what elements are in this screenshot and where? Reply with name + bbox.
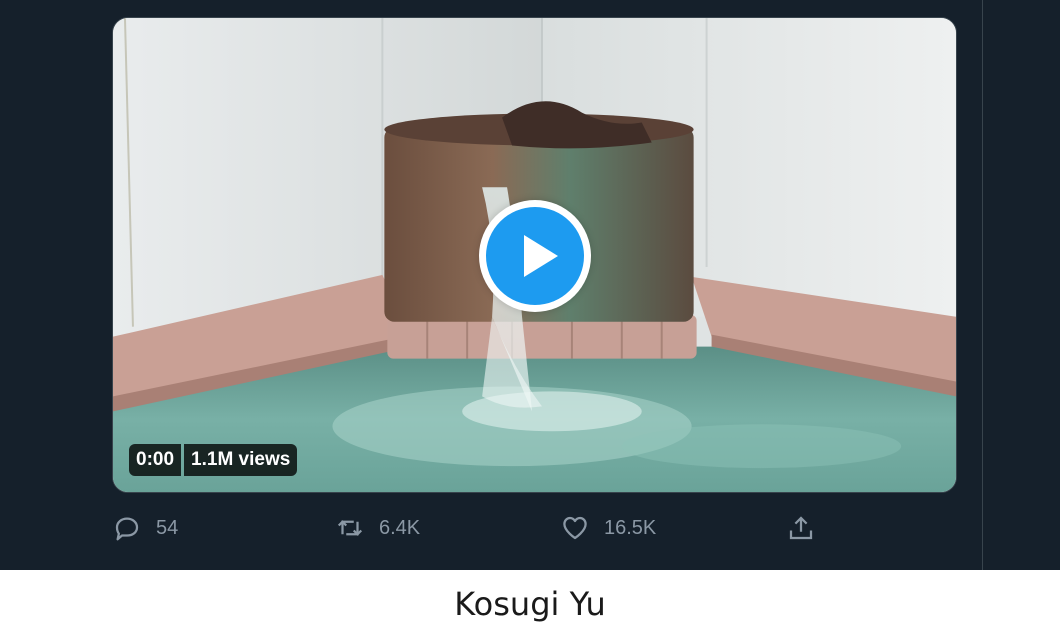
retweet-icon [337, 520, 363, 536]
heart-icon [563, 516, 587, 540]
share-button[interactable] [786, 506, 816, 550]
timeline-divider [982, 0, 983, 570]
retweet-button[interactable]: 6.4K [335, 506, 420, 550]
view-count: 1.1M views [184, 444, 298, 476]
like-button[interactable]: 16.5K [560, 506, 656, 550]
play-icon [486, 207, 584, 305]
video-info-badges: 0:00 1.1M views [129, 444, 298, 476]
like-count: 16.5K [604, 516, 657, 539]
tweet-actions: 54 6.4K 16.5K [0, 506, 982, 550]
play-button[interactable] [479, 200, 591, 312]
reply-count: 54 [156, 516, 179, 539]
retweet-count: 6.4K [379, 516, 421, 539]
reply-button[interactable]: 54 [112, 506, 178, 550]
author-caption: Kosugi Yu [454, 585, 606, 623]
video-timestamp: 0:00 [129, 444, 182, 476]
video-player[interactable]: 0:00 1.1M views [112, 17, 957, 493]
share-icon [789, 516, 813, 540]
reply-icon [115, 517, 139, 541]
